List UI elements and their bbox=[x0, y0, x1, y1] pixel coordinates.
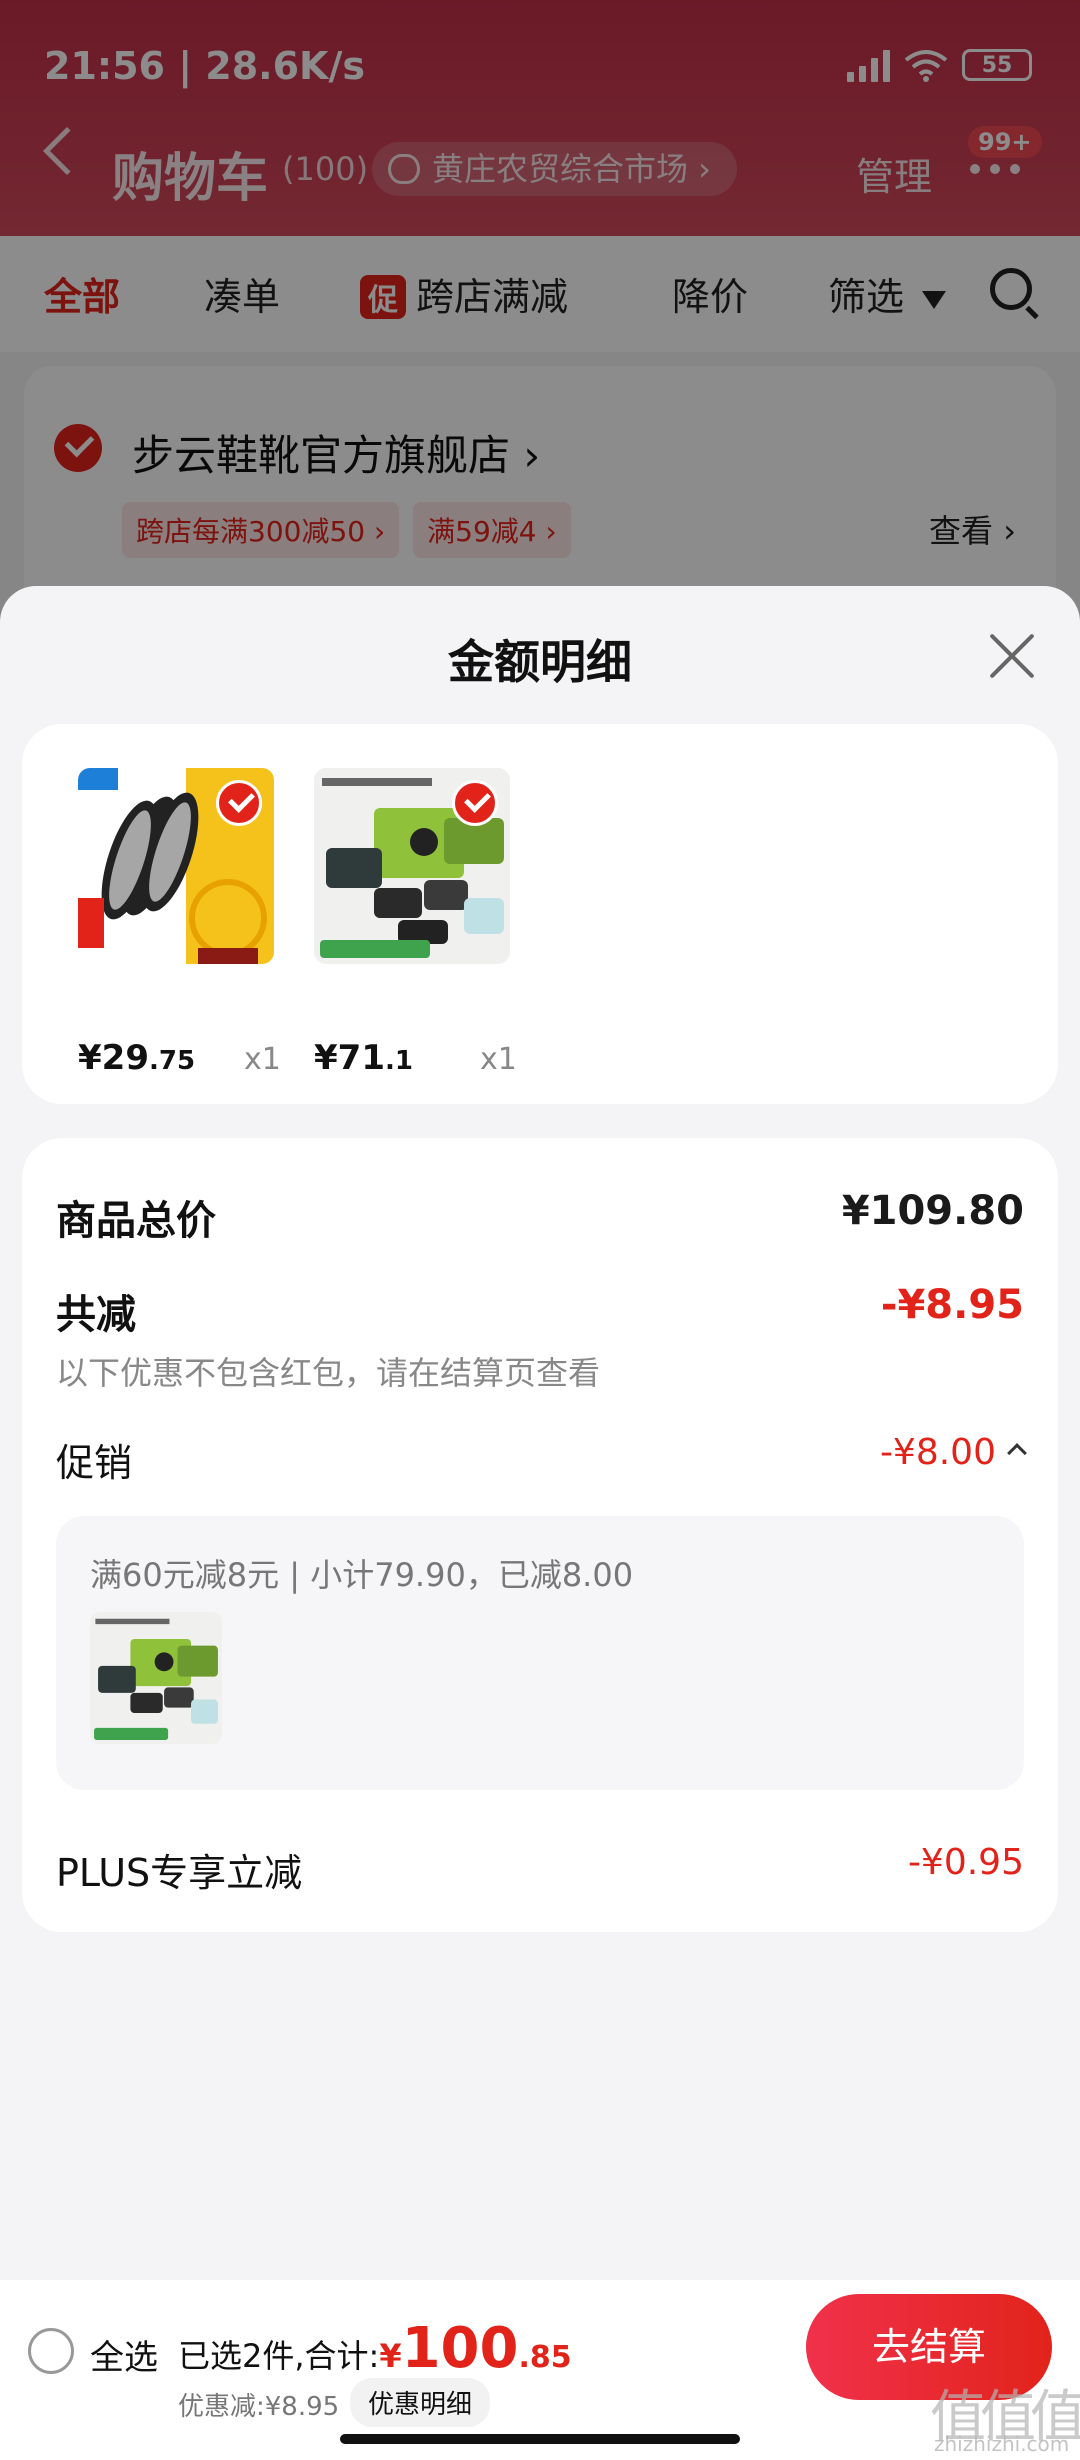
product-list: ¥29.75 x1 ¥71.1 x1 bbox=[22, 724, 1058, 1104]
selected-count: 已选2件,合计: bbox=[178, 2337, 380, 2375]
price-dec: .75 bbox=[148, 1046, 196, 1076]
total-value: ¥109.80 bbox=[841, 1188, 1024, 1234]
select-all-radio[interactable] bbox=[28, 2328, 74, 2374]
promo-detail-text: 满60元减8元 | 小计79.90，已减8.00 bbox=[90, 1556, 634, 1594]
promo-detail-box: 满60元减8元 | 小计79.90，已减8.00 bbox=[56, 1516, 1024, 1790]
product-price: ¥71.1 bbox=[314, 1038, 413, 1078]
selected-check-icon bbox=[452, 780, 498, 826]
home-indicator[interactable] bbox=[340, 2434, 740, 2444]
plus-value: -¥0.95 bbox=[907, 1842, 1024, 1883]
promo-product-thumbnail bbox=[90, 1612, 222, 1744]
checkout-bar: 全选 已选2件,合计:¥100.85 优惠减:¥8.95 优惠明细 去结算 bbox=[0, 2280, 1080, 2460]
promo-label: 促销 bbox=[56, 1441, 133, 1485]
total-summary: 已选2件,合计:¥100.85 bbox=[178, 2316, 572, 2381]
promo-value: -¥8.00 bbox=[879, 1432, 996, 1473]
discount-detail-button[interactable]: 优惠明细 bbox=[350, 2378, 491, 2427]
product-item[interactable]: ¥71.1 x1 bbox=[314, 768, 517, 1078]
selected-check-icon bbox=[216, 780, 262, 826]
select-all-label[interactable]: 全选 bbox=[90, 2330, 158, 2379]
sheet-title: 金额明细 bbox=[448, 635, 632, 689]
watermark-url: zhizhizhi.com bbox=[934, 2432, 1070, 2456]
promo-toggle[interactable]: -¥8.00 bbox=[879, 1432, 1027, 1473]
socks-image bbox=[90, 1612, 222, 1744]
price-details: 商品总价 ¥109.80 共减 -¥8.95 以下优惠不包含红包，请在结算页查看… bbox=[22, 1138, 1058, 1932]
discount-summary: 优惠减:¥8.95 bbox=[178, 2392, 340, 2422]
discount-label: 共减 bbox=[56, 1292, 136, 1338]
discount-note: 以下优惠不包含红包，请在结算页查看 bbox=[56, 1354, 601, 1392]
product-item[interactable]: ¥29.75 x1 bbox=[78, 768, 281, 1078]
amount-detail-sheet: 金额明细 ¥29.75 x1 ¥71.1 x1 商品总价 ¥109.80 共减 … bbox=[0, 586, 1080, 2460]
product-qty: x1 bbox=[244, 1042, 281, 1077]
currency-symbol: ¥ bbox=[379, 2337, 402, 2375]
total-label: 商品总价 bbox=[56, 1198, 216, 1244]
price-int: ¥71 bbox=[314, 1038, 385, 1078]
product-thumbnail bbox=[314, 768, 510, 964]
price-dec: .1 bbox=[384, 1046, 413, 1076]
discount-value: -¥8.95 bbox=[880, 1282, 1024, 1328]
total-int: 100 bbox=[401, 2316, 519, 2381]
close-icon[interactable] bbox=[986, 630, 1038, 682]
product-thumbnail bbox=[78, 768, 274, 964]
product-price: ¥29.75 bbox=[78, 1038, 195, 1078]
plus-label: PLUS专享立减 bbox=[56, 1851, 303, 1895]
chevron-up-icon bbox=[1007, 1443, 1027, 1463]
price-int: ¥29 bbox=[78, 1038, 149, 1078]
product-qty: x1 bbox=[480, 1042, 517, 1077]
total-dec: .85 bbox=[518, 2340, 572, 2375]
